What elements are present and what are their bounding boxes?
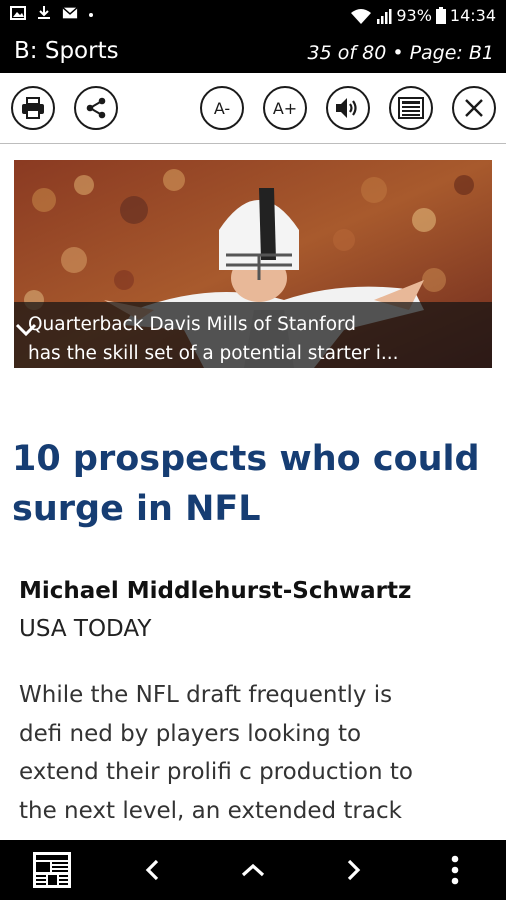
more-options-button[interactable] bbox=[440, 850, 470, 890]
close-button[interactable] bbox=[452, 86, 496, 130]
printer-icon bbox=[22, 97, 44, 119]
battery-icon bbox=[435, 7, 446, 24]
body-line: extend their prolifi c production to bbox=[19, 759, 413, 785]
page-info: 35 of 80 • Page: B1 bbox=[307, 42, 494, 64]
photo-caption[interactable]: Quarterback Davis Mills of Stanford has … bbox=[14, 302, 492, 368]
caption-line: has the skill set of a potential starter… bbox=[28, 343, 399, 364]
section-title: B: Sports bbox=[14, 38, 119, 64]
body-line: defi ned by players looking to bbox=[19, 720, 362, 747]
caption-line: Quarterback Davis Mills of Stanford bbox=[28, 314, 357, 335]
speaker-icon bbox=[336, 98, 357, 118]
previous-button[interactable] bbox=[132, 850, 172, 890]
share-icon bbox=[86, 97, 106, 119]
text-view-button[interactable] bbox=[389, 86, 433, 130]
body-line: record of success isn't necessary bbox=[19, 830, 489, 838]
next-button[interactable] bbox=[334, 850, 374, 890]
article-photo[interactable]: Quarterback Davis Mills of Stanford has … bbox=[14, 160, 492, 368]
bottom-navigation bbox=[0, 840, 506, 900]
body-line: the next level, an extended track bbox=[19, 797, 402, 824]
article-toolbar: A- A+ bbox=[0, 73, 506, 144]
battery-percent: 93% bbox=[396, 6, 432, 25]
headline-line: 10 prospects who could bbox=[12, 439, 480, 479]
article-headline: 10 prospects who could surge in NFL bbox=[12, 434, 492, 534]
clock: 14:34 bbox=[449, 6, 496, 25]
newspaper-page-icon bbox=[33, 852, 71, 888]
article-source: USA TODAY bbox=[19, 616, 152, 642]
read-aloud-button[interactable] bbox=[326, 86, 370, 130]
decrease-font-button[interactable]: A- bbox=[200, 86, 244, 130]
more-vertical-icon bbox=[451, 855, 459, 885]
app-header: B: Sports 35 of 80 • Page: B1 bbox=[0, 34, 506, 73]
image-notification-icon bbox=[10, 6, 26, 20]
dot-icon bbox=[89, 13, 93, 17]
wifi-icon bbox=[351, 8, 372, 24]
chevron-down-icon[interactable] bbox=[14, 322, 38, 338]
download-icon bbox=[38, 6, 50, 19]
status-bar: 93% 14:34 bbox=[0, 0, 506, 34]
chevron-up-icon bbox=[241, 863, 265, 877]
notification-icons bbox=[10, 6, 94, 20]
article-body: While the NFL draft frequently is defi n… bbox=[19, 676, 489, 838]
close-icon bbox=[465, 99, 483, 117]
signal-icon bbox=[377, 8, 392, 24]
up-button[interactable] bbox=[233, 850, 273, 890]
body-line: While the NFL draft frequently is bbox=[19, 682, 393, 708]
headline-line: surge in NFL bbox=[12, 489, 261, 529]
chevron-right-icon bbox=[347, 859, 361, 881]
share-button[interactable] bbox=[74, 86, 118, 130]
mail-icon bbox=[62, 7, 78, 19]
chevron-left-icon bbox=[145, 859, 159, 881]
increase-font-button[interactable]: A+ bbox=[263, 86, 307, 130]
newspaper-icon bbox=[398, 97, 424, 119]
print-button[interactable] bbox=[11, 86, 55, 130]
page-view-button[interactable] bbox=[30, 850, 74, 890]
article-author: Michael Middlehurst-Schwartz bbox=[19, 578, 412, 604]
caption-text: Quarterback Davis Mills of Stanford has … bbox=[28, 310, 432, 368]
